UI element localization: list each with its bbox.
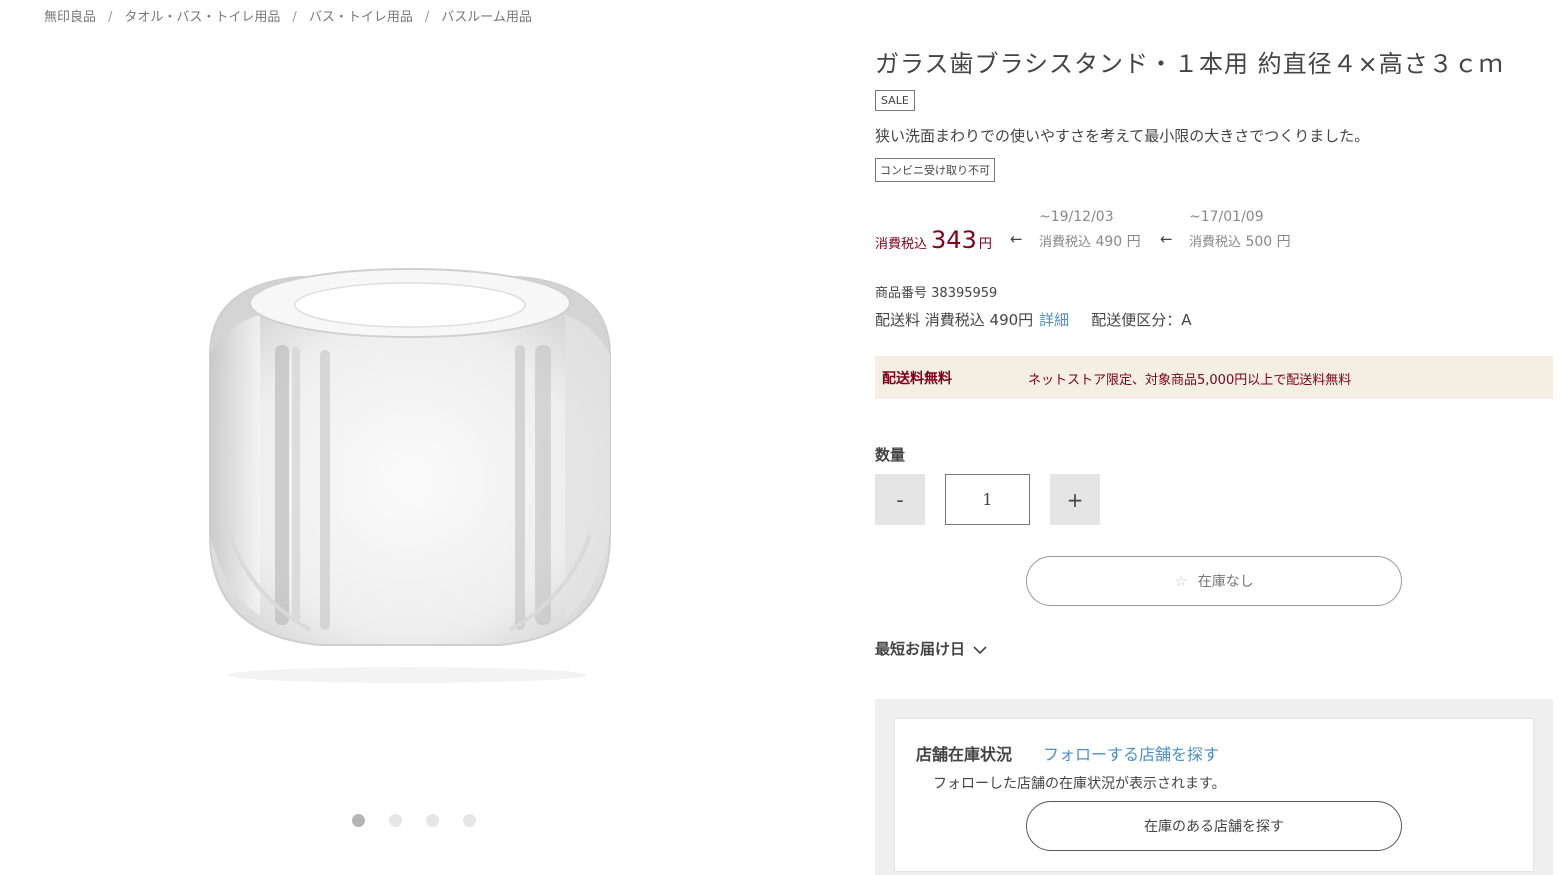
product-image[interactable] [170,235,670,685]
quantity-label: 数量 [875,446,906,464]
out-of-stock-button[interactable]: ☆ 在庫なし [1026,556,1402,606]
previous-price: ~17/01/09 消費税込 500 円 [1189,209,1291,251]
shipping-fee: 配送料 消費税込 490円 [875,311,1034,329]
breadcrumb-item-muji[interactable]: 無印良品 [44,10,96,25]
previous-price-date: ~19/12/03 [1039,209,1114,225]
product-title: ガラス歯ブラシスタンド・１本用 約直径４×高さ３ｃｍ [875,50,1504,78]
gallery-dot[interactable] [426,814,439,827]
store-stock-title: 店舗在庫状況 [916,745,1013,764]
breadcrumb-separator: / [292,10,297,25]
gallery-dots [352,814,476,827]
breadcrumb-separator: / [108,10,113,25]
item-number-label: 商品番号 [875,286,928,301]
breadcrumb-item-bathroom[interactable]: バスルーム用品 [441,10,532,25]
previous-price-date: ~17/01/09 [1189,209,1264,225]
free-shipping-heading: 配送料無料 [882,371,952,387]
price-value: 500 [1245,234,1273,250]
store-stock-card: 店舗在庫状況 フォローする店舗を探す フォローした店舗の在庫状況が表示されます。… [894,718,1534,872]
yen-label: 円 [1126,234,1141,250]
earliest-delivery-toggle[interactable]: 最短お届け日 [875,638,987,659]
price-value: 343 [931,226,977,254]
product-description: 狭い洗面まわりでの使いやすさを考えて最小限の大きさでつくりました。 [875,127,1370,145]
shipping-detail-link[interactable]: 詳細 [1039,311,1069,329]
cvs-pickup-badge: コンビニ受け取り不可 [875,158,995,182]
yen-label: 円 [978,237,992,252]
breadcrumb-separator: / [424,10,430,25]
arrow-left-icon: ← [1160,230,1173,248]
product-gallery [0,40,850,827]
yen-label: 円 [1276,234,1291,250]
tax-label: 消費税込 [875,237,928,252]
gallery-dot[interactable] [352,814,365,827]
breadcrumb: 無印良品 / タオル・バス・トイレ用品 / バス・トイレ用品 / バスルーム用品 [44,6,532,25]
earliest-delivery-label: 最短お届け日 [875,640,966,658]
breadcrumb-item-towel-bath-toilet[interactable]: タオル・バス・トイレ用品 [124,10,280,25]
arrow-left-icon: ← [1010,230,1023,248]
tax-label: 消費税込 [1039,235,1092,250]
store-stock-note: フォローした店舗の在庫状況が表示されます。 [933,776,1226,792]
previous-price-value: 消費税込 490 円 [1039,231,1141,251]
item-number: 商品番号 38395959 [875,282,997,301]
find-store-with-stock-button[interactable]: 在庫のある店舗を探す [1026,801,1402,851]
store-stock-panel: 店舗在庫状況 フォローする店舗を探す フォローした店舗の在庫状況が表示されます。… [875,699,1553,875]
out-of-stock-label: 在庫なし [1197,574,1254,590]
gallery-dot[interactable] [389,814,402,827]
current-price: 消費税込 343 円 [875,226,992,254]
quantity-input[interactable] [945,474,1030,525]
shipping-info: 配送料 消費税込 490円 詳細 配送便区分：A [875,309,1191,330]
previous-price-value: 消費税込 500 円 [1189,231,1291,251]
free-shipping-banner: 配送料無料 ネットストア限定、対象商品5,000円以上で配送料無料 [875,356,1553,399]
sale-badge: SALE [875,90,915,111]
star-icon: ☆ [1174,572,1188,590]
breadcrumb-item-bath-toilet[interactable]: バス・トイレ用品 [309,10,413,25]
quantity-increase-button[interactable]: + [1050,474,1100,525]
gallery-dot[interactable] [463,814,476,827]
quantity-decrease-button[interactable]: - [875,474,925,525]
free-shipping-text: ネットストア限定、対象商品5,000円以上で配送料無料 [1028,373,1352,388]
price-value: 490 [1095,234,1123,250]
item-number-value: 38395959 [931,286,998,301]
find-follow-store-link[interactable]: フォローする店舗を探す [1043,741,1219,765]
previous-price: ~19/12/03 消費税込 490 円 [1039,209,1141,251]
shipping-class: 配送便区分：A [1091,311,1192,329]
tax-label: 消費税込 [1189,235,1242,250]
chevron-down-icon [973,645,987,654]
